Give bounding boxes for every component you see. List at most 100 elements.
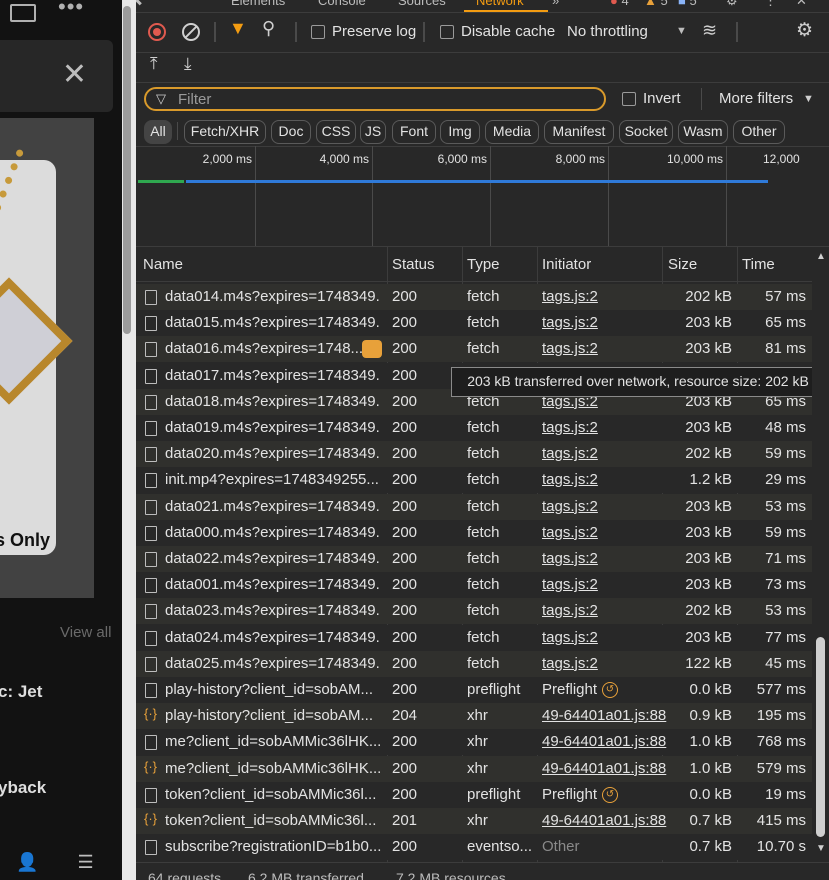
request-initiator[interactable]: tags.js:2 — [542, 498, 598, 515]
upload-icon[interactable]: ⤒ — [150, 54, 158, 74]
network-settings-icon[interactable]: ⚙ — [796, 19, 813, 42]
filter-input[interactable]: ▽ Filter — [144, 87, 606, 111]
type-filter-manifest[interactable]: Manifest — [544, 120, 614, 144]
table-row[interactable]: data022.m4s?expires=1748349... 200 fetch ta… — [136, 546, 812, 572]
request-initiator[interactable]: tags.js:2 — [542, 602, 598, 619]
view-all-link[interactable]: View all — [60, 624, 111, 641]
page-scrollbar[interactable] — [122, 0, 136, 880]
request-initiator[interactable]: tags.js:2 — [542, 629, 598, 646]
tab-console[interactable]: Console — [318, 0, 366, 8]
request-initiator[interactable]: tags.js:2 — [542, 524, 598, 541]
preflight-icon[interactable]: ↺ — [602, 682, 618, 698]
request-initiator[interactable]: tags.js:2 — [542, 288, 598, 305]
request-initiator[interactable]: 49-64401a01.js:88 — [542, 812, 666, 829]
mail-icon[interactable] — [10, 4, 36, 22]
error-count[interactable]: ● 4 — [610, 0, 629, 8]
more-filters-button[interactable]: More filters — [719, 90, 793, 107]
request-initiator[interactable]: tags.js:2 — [542, 314, 598, 331]
type-filter-js[interactable]: JS — [360, 120, 386, 144]
table-row[interactable]: data020.m4s?expires=1748349... 200 fetch ta… — [136, 441, 812, 468]
more-icon[interactable]: ••• — [58, 0, 84, 20]
inspect-icon[interactable]: ⬉ — [136, 0, 143, 9]
table-scrollbar-thumb[interactable] — [816, 637, 825, 837]
request-initiator[interactable]: tags.js:2 — [542, 445, 598, 462]
type-filter-doc[interactable]: Doc — [271, 120, 311, 144]
table-row[interactable]: {·} play-history?client_id=sobAM... 204 xhr… — [136, 703, 812, 730]
table-row[interactable]: data015.m4s?expires=1748349... 200 fetch ta… — [136, 310, 812, 337]
table-scrollbar[interactable]: ▲ ▼ — [812, 247, 829, 862]
type-filter-all[interactable]: All — [144, 120, 172, 144]
request-status: 201 — [392, 812, 418, 829]
column-type[interactable]: Type — [467, 256, 500, 273]
request-initiator[interactable]: 49-64401a01.js:88 — [542, 760, 666, 777]
table-row[interactable]: {·} token?client_id=sobAMMic36l... 201 xhr 4… — [136, 808, 812, 834]
request-initiator[interactable]: tags.js:2 — [542, 550, 598, 567]
clear-icon[interactable] — [182, 23, 200, 41]
search-icon[interactable]: ⚲ — [262, 18, 275, 39]
table-row[interactable]: data019.m4s?expires=1748349... 200 fetch ta… — [136, 415, 812, 441]
type-filter-wasm[interactable]: Wasm — [678, 120, 728, 144]
network-overview[interactable]: 2,000 ms 4,000 ms 6,000 ms 8,000 ms 10,0… — [136, 146, 829, 247]
table-row[interactable]: data021.m4s?expires=1748349... 200 fetch ta… — [136, 493, 812, 520]
disable-cache-checkbox[interactable] — [440, 25, 454, 39]
scroll-down-icon[interactable]: ▼ — [816, 843, 826, 854]
column-time[interactable]: Time — [742, 256, 775, 273]
table-row[interactable]: data014.m4s?expires=1748349... 200 fetch ta… — [136, 284, 812, 310]
network-conditions-icon[interactable]: ≋ — [702, 20, 717, 41]
request-initiator[interactable]: tags.js:2 — [542, 340, 598, 357]
preserve-log-checkbox[interactable] — [311, 25, 325, 39]
type-filter-css[interactable]: CSS — [316, 120, 356, 144]
type-filter-fetch-xhr[interactable]: Fetch/XHR — [184, 120, 266, 144]
table-row[interactable]: data000.m4s?expires=1748349... 200 fetch ta… — [136, 519, 812, 546]
table-row[interactable]: data023.m4s?expires=1748349... 200 fetch ta… — [136, 598, 812, 625]
table-row[interactable]: data001.m4s?expires=1748349... 200 fetch ta… — [136, 572, 812, 599]
table-row[interactable]: {·} me?client_id=sobAMMic36lHK... 200 xhr 49… — [136, 755, 812, 782]
column-name[interactable]: Name — [143, 256, 183, 273]
record-icon[interactable] — [148, 23, 166, 41]
more-tabs-icon[interactable]: » — [552, 0, 559, 8]
type-filter-other[interactable]: Other — [733, 120, 785, 144]
queue-icon[interactable]: ☰ — [77, 852, 93, 872]
request-initiator[interactable]: tags.js:2 — [542, 471, 598, 488]
type-filter-media[interactable]: Media — [485, 120, 539, 144]
request-initiator[interactable]: tags.js:2 — [542, 419, 598, 436]
filter-icon[interactable]: ▼ — [229, 18, 247, 39]
table-row[interactable]: me?client_id=sobAMMic36lHK... 200 xhr 49-64… — [136, 729, 812, 756]
close-icon[interactable]: ✕ — [62, 60, 87, 90]
chevron-down-icon[interactable]: ▼ — [803, 93, 814, 105]
copy-icon[interactable] — [362, 340, 382, 358]
column-status[interactable]: Status — [392, 256, 435, 273]
table-row[interactable]: init.mp4?expires=1748349255... 200 fetch ta… — [136, 467, 812, 494]
tab-sources[interactable]: Sources — [398, 0, 446, 8]
table-row[interactable]: subscribe?registrationID=b1b0... 200 event… — [136, 834, 812, 861]
warning-count[interactable]: ▲ 5 — [644, 0, 668, 8]
add-user-icon[interactable]: 👤 — [16, 852, 38, 872]
invert-checkbox[interactable] — [622, 92, 636, 106]
scroll-up-icon[interactable]: ▲ — [816, 251, 826, 262]
download-icon[interactable]: ⤓ — [184, 54, 192, 74]
table-row[interactable]: data024.m4s?expires=1748349... 200 fetch ta… — [136, 624, 812, 651]
table-row[interactable]: play-history?client_id=sobAM... 200 prefli… — [136, 677, 812, 703]
table-row[interactable]: data025.m4s?expires=1748349... 200 fetch ta… — [136, 650, 812, 677]
tab-elements[interactable]: Elements — [231, 0, 285, 8]
throttling-select[interactable]: No throttling — [567, 23, 648, 40]
table-row[interactable]: token?client_id=sobAMMic36l... 200 preflig… — [136, 781, 812, 808]
request-initiator[interactable]: 49-64401a01.js:88 — [542, 733, 666, 750]
tab-network[interactable]: Network — [476, 0, 524, 8]
chevron-down-icon[interactable]: ▼ — [676, 25, 687, 37]
info-count[interactable]: ■ 5 — [678, 0, 697, 8]
kebab-icon[interactable]: ⋮ — [764, 0, 777, 9]
table-row[interactable]: data016.m4s?expires=1748... 200 fetch tags.… — [136, 336, 812, 363]
type-filter-img[interactable]: Img — [440, 120, 480, 144]
request-initiator[interactable]: tags.js:2 — [542, 576, 598, 593]
page-scrollbar-thumb[interactable] — [123, 6, 131, 334]
preflight-icon[interactable]: ↺ — [602, 786, 618, 803]
request-initiator[interactable]: 49-64401a01.js:88 — [542, 707, 666, 724]
column-size[interactable]: Size — [668, 256, 697, 273]
settings-icon-top[interactable]: ⚙ — [726, 0, 738, 9]
request-initiator[interactable]: tags.js:2 — [542, 655, 598, 672]
close-devtools-icon[interactable]: ✕ — [796, 0, 807, 9]
column-initiator[interactable]: Initiator — [542, 256, 591, 273]
type-filter-font[interactable]: Font — [392, 120, 436, 144]
type-filter-socket[interactable]: Socket — [619, 120, 673, 144]
